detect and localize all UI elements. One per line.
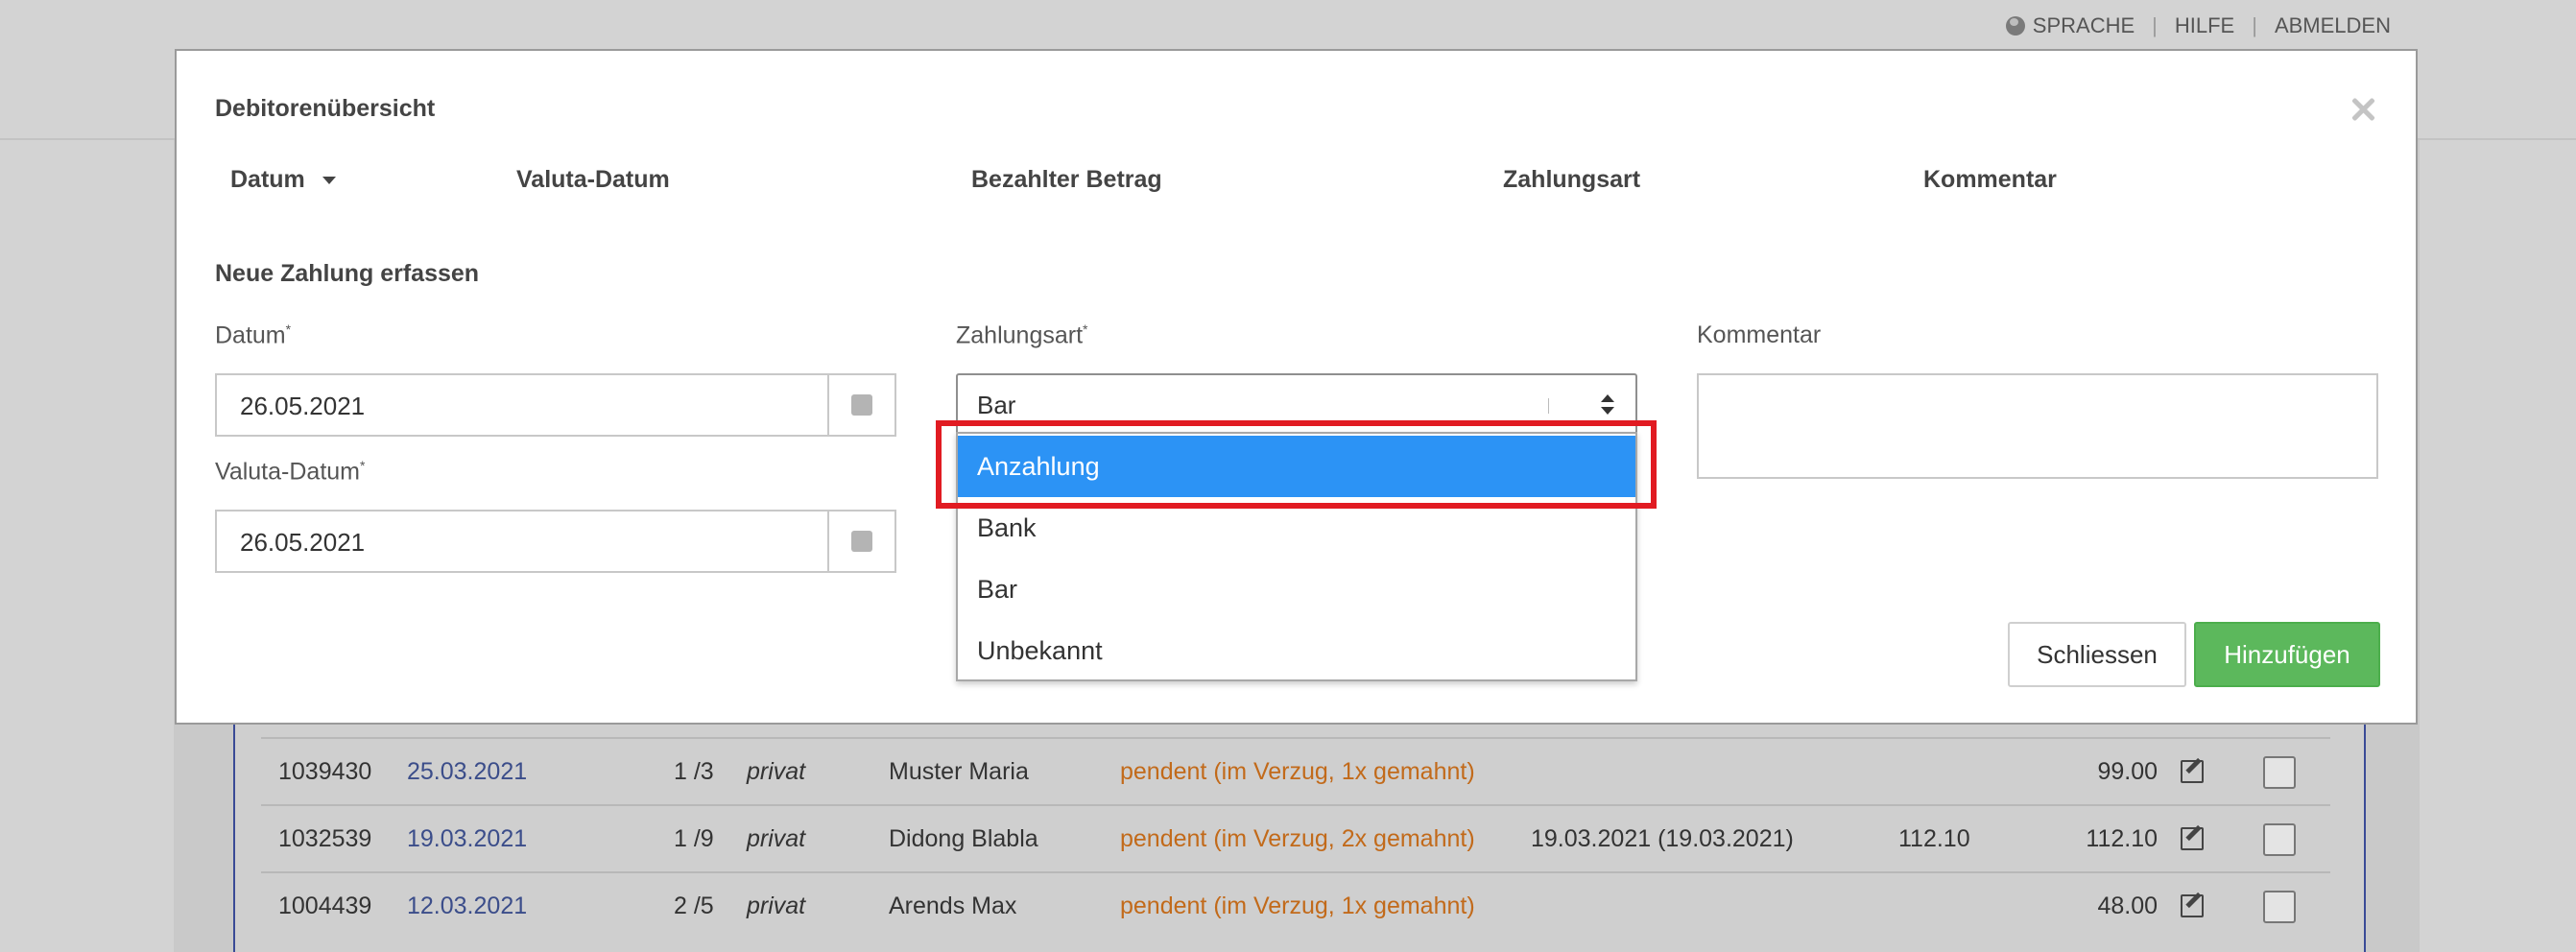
invoice-amount: 112.10 bbox=[2086, 825, 2158, 852]
nav-separator: | bbox=[2152, 13, 2158, 37]
valuta-value: 26.05.2021 bbox=[240, 528, 366, 557]
column-header-valuta[interactable]: Valuta-Datum bbox=[516, 166, 670, 194]
section-title: Neue Zahlung erfassen bbox=[215, 260, 480, 287]
valuta-input[interactable]: 26.05.2021 bbox=[215, 510, 896, 573]
required-mark: * bbox=[1083, 321, 1088, 337]
customer-type: privat bbox=[747, 892, 806, 919]
customer-name: Muster Maria bbox=[889, 758, 1029, 785]
option-anzahlung[interactable]: Anzahlung bbox=[958, 436, 1635, 497]
valuta-label-text: Valuta-Datum bbox=[215, 458, 360, 486]
select-divider bbox=[1548, 398, 1549, 414]
close-button[interactable]: Schliessen bbox=[2008, 622, 2186, 687]
row-checkbox[interactable] bbox=[2263, 823, 2296, 856]
edit-icon[interactable] bbox=[2181, 827, 2204, 850]
edit-icon[interactable] bbox=[2181, 760, 2204, 783]
top-navigation: SPRACHE | HILFE | ABMELDEN bbox=[2005, 12, 2391, 40]
invoice-date-link[interactable]: 12.03.2021 bbox=[407, 892, 527, 920]
installment: 1 /9 bbox=[674, 825, 714, 852]
calendar-icon bbox=[851, 531, 872, 552]
invoice-amount: 48.00 bbox=[2097, 892, 2158, 919]
datum-value: 26.05.2021 bbox=[240, 392, 366, 420]
modal-title: Debitorenübersicht bbox=[215, 95, 436, 122]
comment-textarea[interactable] bbox=[1697, 373, 2378, 479]
add-button[interactable]: Hinzufügen bbox=[2194, 622, 2380, 687]
status-text: pendent (im Verzug, 2x gemahnt) bbox=[1120, 825, 1475, 852]
table-row[interactable]: 1004439 12.03.2021 2 /5 privat Arends Ma… bbox=[261, 871, 2330, 940]
paid-amount: 112.10 bbox=[1898, 825, 1970, 852]
customer-type: privat bbox=[747, 758, 806, 785]
edit-icon[interactable] bbox=[2181, 894, 2204, 917]
customer-name: Didong Blabla bbox=[889, 825, 1038, 852]
column-header-label: Datum bbox=[230, 166, 305, 193]
logout-link[interactable]: ABMELDEN bbox=[2275, 13, 2391, 38]
option-bar[interactable]: Bar bbox=[958, 559, 1635, 620]
valuta-calendar-button[interactable] bbox=[827, 512, 894, 571]
table-row[interactable]: 1032539 19.03.2021 1 /9 privat Didong Bl… bbox=[261, 804, 2330, 873]
installment: 2 /5 bbox=[674, 892, 714, 919]
customer-type: privat bbox=[747, 825, 806, 852]
language-link[interactable]: SPRACHE bbox=[2033, 13, 2135, 38]
installment: 1 /3 bbox=[674, 758, 714, 785]
invoice-id: 1039430 bbox=[278, 758, 372, 785]
row-checkbox[interactable] bbox=[2263, 891, 2296, 923]
datum-calendar-button[interactable] bbox=[827, 375, 894, 435]
close-icon[interactable] bbox=[2349, 95, 2377, 124]
paid-date: 19.03.2021 (19.03.2021) bbox=[1531, 825, 1794, 852]
customer-name: Arends Max bbox=[889, 892, 1017, 919]
payment-type-select[interactable]: Bar bbox=[956, 373, 1637, 437]
invoice-amount: 99.00 bbox=[2097, 758, 2158, 785]
required-mark: * bbox=[360, 458, 366, 473]
status-text: pendent (im Verzug, 1x gemahnt) bbox=[1120, 758, 1475, 785]
sort-caret-icon bbox=[322, 177, 336, 185]
column-header-payment-type[interactable]: Zahlungsart bbox=[1503, 166, 1640, 194]
invoice-id: 1032539 bbox=[278, 825, 372, 852]
status-text: pendent (im Verzug, 1x gemahnt) bbox=[1120, 892, 1475, 919]
calendar-icon bbox=[851, 394, 872, 416]
select-arrows-icon bbox=[1601, 394, 1614, 417]
invoice-date-link[interactable]: 25.03.2021 bbox=[407, 758, 527, 786]
row-checkbox[interactable] bbox=[2263, 756, 2296, 789]
column-header-datum[interactable]: Datum bbox=[230, 166, 336, 194]
datum-label: Datum* bbox=[215, 321, 291, 349]
zahlungsart-label-text: Zahlungsart bbox=[956, 321, 1084, 349]
zahlungsart-label: Zahlungsart* bbox=[956, 321, 1087, 349]
valuta-label: Valuta-Datum* bbox=[215, 458, 365, 486]
required-mark: * bbox=[285, 321, 292, 337]
option-bank[interactable]: Bank bbox=[958, 497, 1635, 559]
globe-icon bbox=[2005, 16, 2025, 36]
column-header-amount[interactable]: Bezahlter Betrag bbox=[971, 166, 1162, 194]
payment-type-dropdown: Anzahlung Bank Bar Unbekannt bbox=[956, 432, 1637, 681]
invoice-id: 1004439 bbox=[278, 892, 372, 919]
option-unbekannt[interactable]: Unbekannt bbox=[958, 620, 1635, 681]
invoice-date-link[interactable]: 19.03.2021 bbox=[407, 825, 527, 853]
datum-label-text: Datum bbox=[215, 321, 286, 349]
kommentar-label: Kommentar bbox=[1697, 321, 1822, 348]
column-header-comment[interactable]: Kommentar bbox=[1923, 166, 2057, 194]
nav-separator: | bbox=[2252, 13, 2257, 37]
payment-type-value: Bar bbox=[977, 391, 1016, 419]
help-link[interactable]: HILFE bbox=[2175, 13, 2234, 38]
datum-input[interactable]: 26.05.2021 bbox=[215, 373, 896, 437]
table-row[interactable]: 1039430 25.03.2021 1 /3 privat Muster Ma… bbox=[261, 737, 2330, 806]
